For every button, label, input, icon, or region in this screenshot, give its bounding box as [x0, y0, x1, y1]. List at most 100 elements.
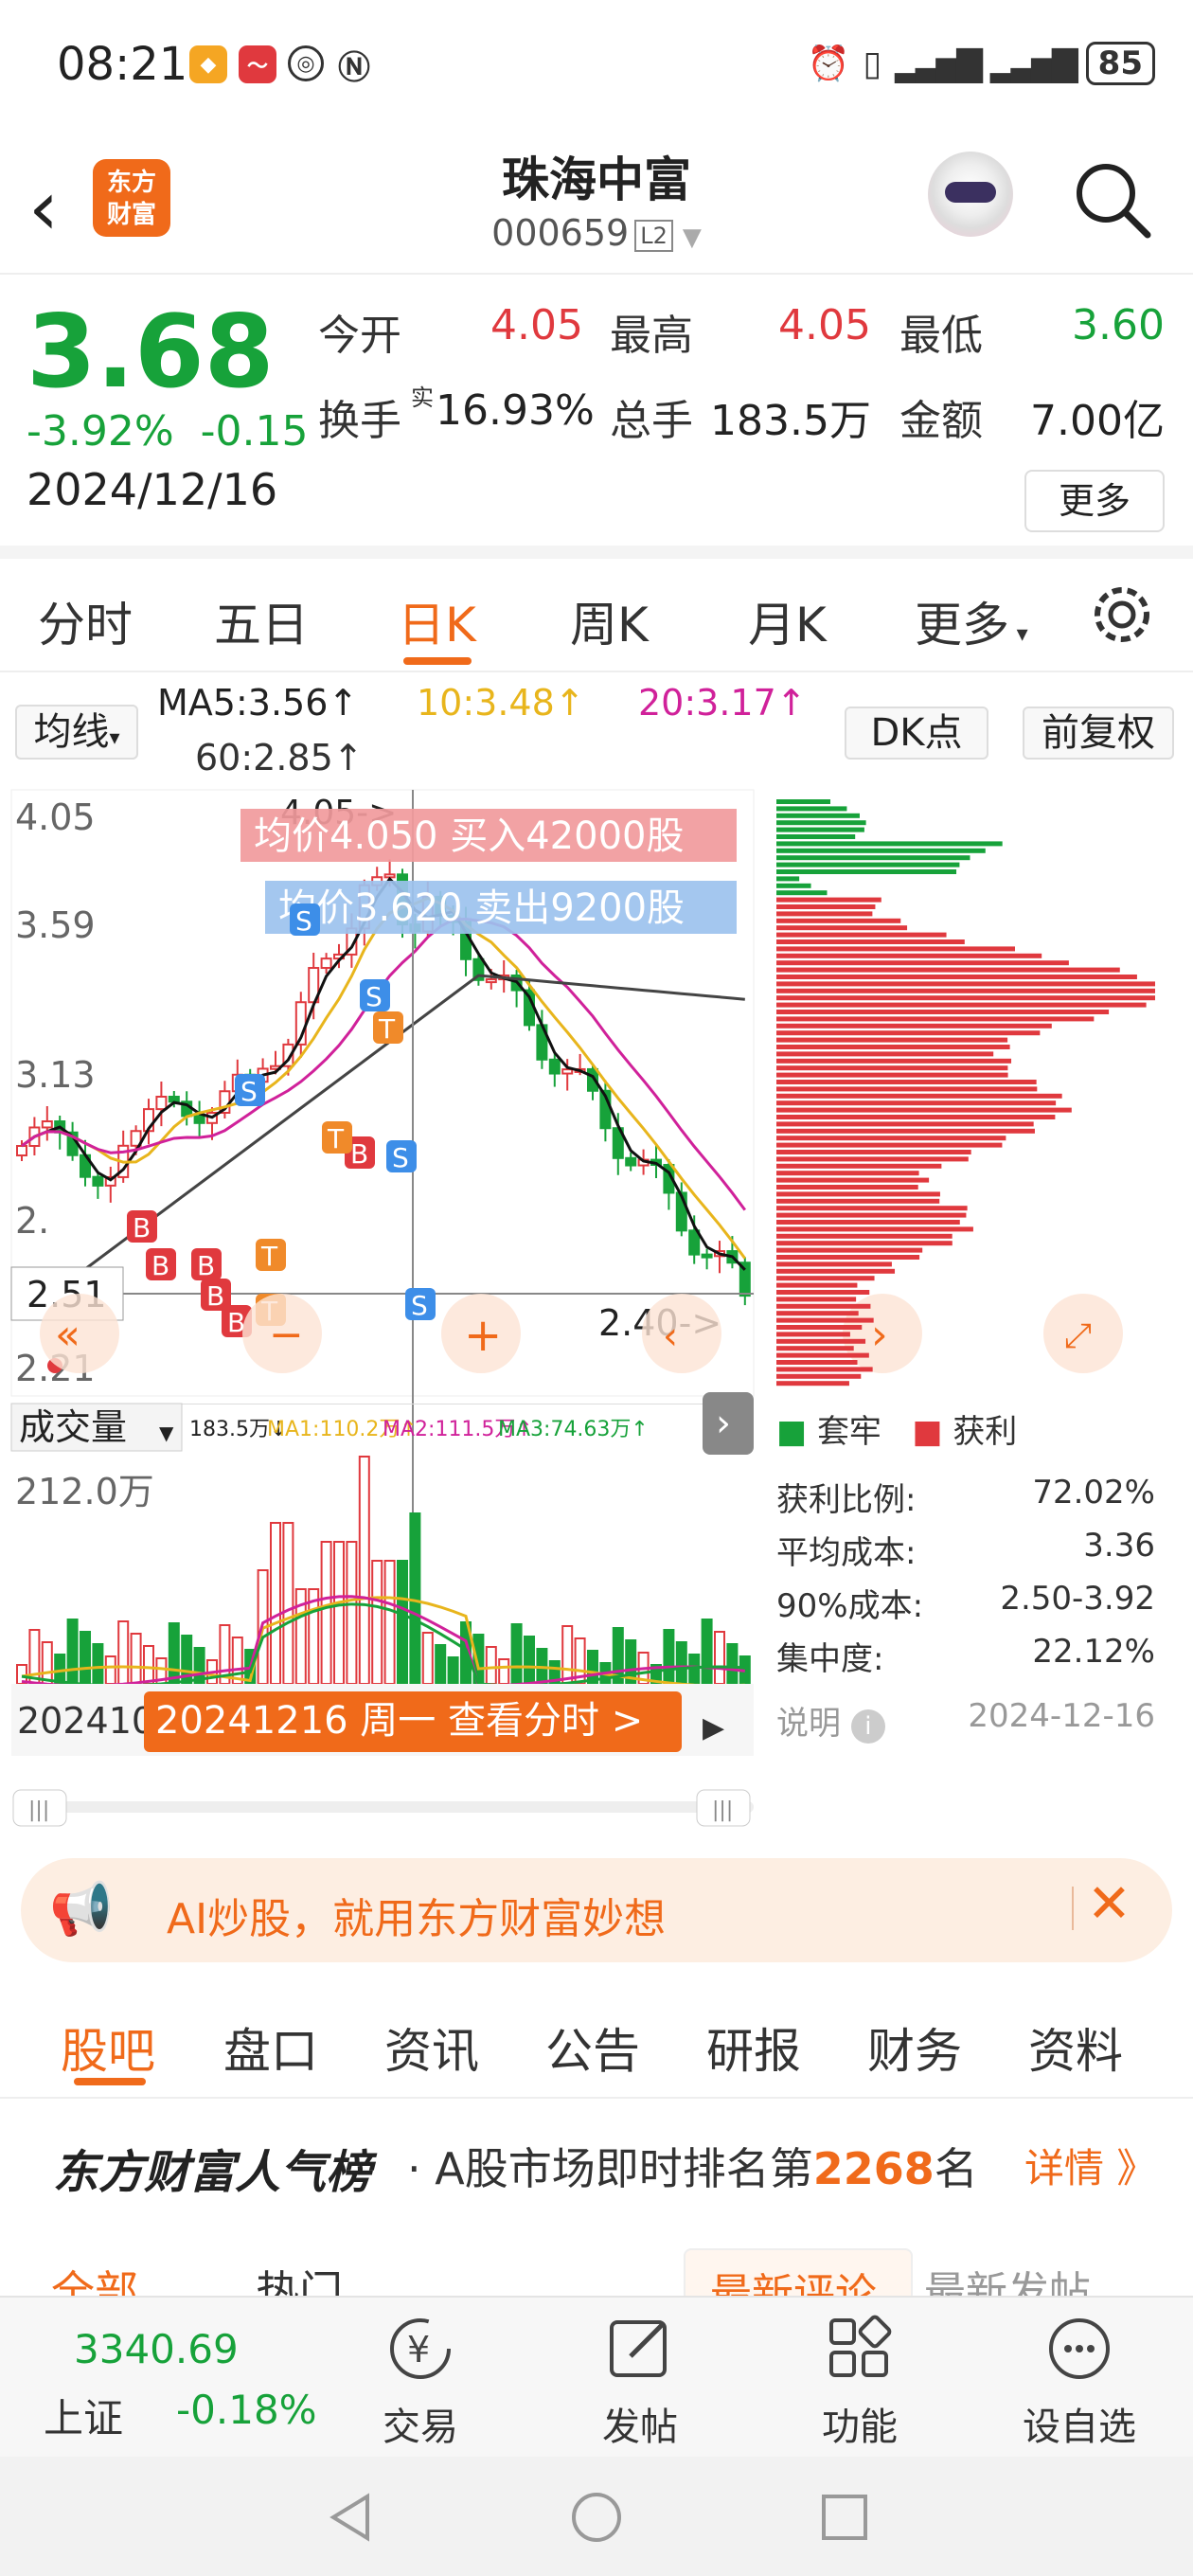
status-bar: 08:21 ◆ 〜 ◎ Ⓝ ⏰ ▯ ▂▃▅▇ ▂▃▅▇ 85 — [0, 0, 1193, 133]
tab-guba[interactable]: 股吧 — [61, 2013, 155, 2082]
tab-underline — [403, 657, 472, 665]
chip-bar — [776, 1065, 1008, 1071]
chip-bar — [776, 1261, 892, 1267]
search-icon[interactable] — [1072, 159, 1153, 241]
chip-bar — [776, 1198, 940, 1204]
chip-bar — [776, 939, 965, 944]
tab-pankou[interactable]: 盘口 — [223, 2013, 318, 2082]
volume-bar — [117, 1620, 130, 1685]
stock-name: 珠海中富 — [502, 152, 691, 207]
tab-announcements[interactable]: 公告 — [545, 2013, 640, 2082]
volume-bar — [663, 1629, 675, 1685]
recents-square-icon[interactable] — [816, 2489, 873, 2546]
chip-bar — [776, 1268, 896, 1274]
turnover-label: 换手 — [318, 397, 401, 445]
play-icon: ▶ — [703, 1711, 724, 1744]
volume-bar — [421, 1632, 434, 1685]
back-triangle-icon[interactable] — [322, 2489, 379, 2546]
date-tip: 20241216 周一 查看分时 > — [155, 1699, 643, 1743]
chip-bar — [776, 1136, 1006, 1141]
range-track[interactable] — [19, 1801, 754, 1813]
settings-icon[interactable] — [1089, 581, 1155, 648]
quote-date: 2024/12/16 — [27, 464, 278, 515]
chip-bar — [776, 883, 811, 888]
home-circle-icon[interactable] — [568, 2489, 625, 2546]
chip-bar — [776, 1072, 1008, 1078]
popularity-rank-title: 东方财富人气榜 — [53, 2146, 372, 2199]
tab-monthly-k[interactable]: 月K — [748, 587, 827, 655]
trade-marker-label: B — [206, 1280, 224, 1312]
chip-bar — [776, 911, 873, 917]
nav-post[interactable]: 发帖 — [564, 2311, 716, 2451]
indicator-selector-label: 均线 — [33, 710, 110, 754]
tab-finance[interactable]: 财务 — [867, 2013, 962, 2082]
chip-bar — [776, 1156, 969, 1162]
battery-level: 85 — [1085, 42, 1155, 85]
dk-point-button[interactable]: DK点 — [845, 707, 988, 760]
chip-bar — [776, 1150, 971, 1154]
index-value[interactable]: 3340.69 — [74, 2326, 239, 2372]
candle-body — [701, 1253, 713, 1259]
volume-ma-line — [21, 1602, 745, 1688]
volume-bar — [409, 1512, 421, 1685]
volume-bar — [726, 1643, 739, 1685]
chip-bar — [776, 1346, 854, 1351]
chip-bar — [776, 1177, 930, 1183]
nav-functions[interactable]: 功能 — [784, 2311, 935, 2451]
ma20-value: 20:3.17↑ — [638, 682, 807, 724]
tab-research[interactable]: 研报 — [706, 2013, 801, 2082]
volume-bar — [143, 1645, 154, 1685]
divider — [1072, 1887, 1074, 1930]
nav-trade[interactable]: ¥ 交易 — [345, 2311, 496, 2451]
close-icon[interactable]: ✕ — [1087, 1873, 1131, 1935]
tab-more[interactable]: 更多 ▾ — [915, 587, 1028, 655]
stock-code-row[interactable]: 000659 L2 ▼ — [0, 212, 1193, 254]
chip-bar — [776, 1010, 1110, 1014]
candle-body — [16, 1145, 27, 1156]
volume-bar — [701, 1619, 713, 1685]
nav-watchlist[interactable]: 设自选 — [1004, 2311, 1155, 2451]
tab-weekly-k[interactable]: 周K — [570, 587, 649, 655]
volume-bar — [383, 1560, 396, 1685]
tab-more-label: 更多 — [915, 598, 1009, 653]
volume-bar — [80, 1631, 91, 1685]
chip-bar — [776, 1121, 1034, 1127]
chip-bar — [776, 967, 1120, 973]
dropdown-icon: ▼ — [159, 1422, 174, 1444]
chip-bar — [776, 1220, 960, 1225]
tab-news[interactable]: 资讯 — [384, 2013, 479, 2082]
robot-face — [945, 182, 996, 203]
volume-ma-lines — [21, 1595, 745, 1688]
ad-banner[interactable]: 📢 AI炒股，就用东方财富妙想 ✕ — [21, 1858, 1172, 1962]
tab-intraday[interactable]: 分时 — [38, 587, 133, 655]
scroll-right-button[interactable] — [642, 1294, 721, 1373]
kline-chart[interactable]: 4.05 3.59 3.13 2. 2.21 2.51 4.05-> 均价4.0… — [0, 786, 1193, 1847]
tab-profile[interactable]: 资料 — [1028, 2013, 1123, 2082]
trade-marker-label: T — [378, 1013, 396, 1045]
chip-bar — [776, 960, 1069, 966]
rank-text: · A股市场即时排名第2268名 — [407, 2135, 978, 2197]
more-button[interactable]: 更多 — [1024, 470, 1165, 532]
change-percent: -3.92% — [27, 407, 174, 456]
chip-legend: ■ 套牢 ■ 获利 — [776, 1405, 1017, 1452]
adjust-button[interactable]: 前复权 — [1023, 707, 1174, 760]
chip-bar — [776, 1276, 875, 1281]
tab-five-day[interactable]: 五日 — [214, 587, 309, 655]
chip-bar — [776, 841, 1003, 847]
vol-ma3: MA3:74.63万↑ — [498, 1418, 649, 1441]
chip-bar — [776, 1352, 869, 1358]
chip-bar — [776, 1303, 871, 1309]
volume-bar — [688, 1654, 701, 1685]
rank-detail-link[interactable]: 详情 》 — [1024, 2137, 1156, 2194]
chip-stat-row: 平均成本: 3.36 — [776, 1527, 1155, 1573]
candle-body — [485, 978, 497, 984]
indicator-selector[interactable]: 均线▾ — [15, 705, 138, 760]
tab-daily-k[interactable]: 日K — [398, 587, 476, 655]
volume-bar — [510, 1623, 523, 1685]
dropdown-icon: ▼ — [682, 224, 702, 252]
alarm-icon: ⏰ — [807, 45, 850, 83]
chip-bar — [776, 855, 970, 861]
chip-bar — [776, 1290, 870, 1295]
volume-bar — [435, 1644, 447, 1685]
chip-note-row[interactable]: 说明 i 2024-12-16 — [776, 1697, 1155, 1744]
